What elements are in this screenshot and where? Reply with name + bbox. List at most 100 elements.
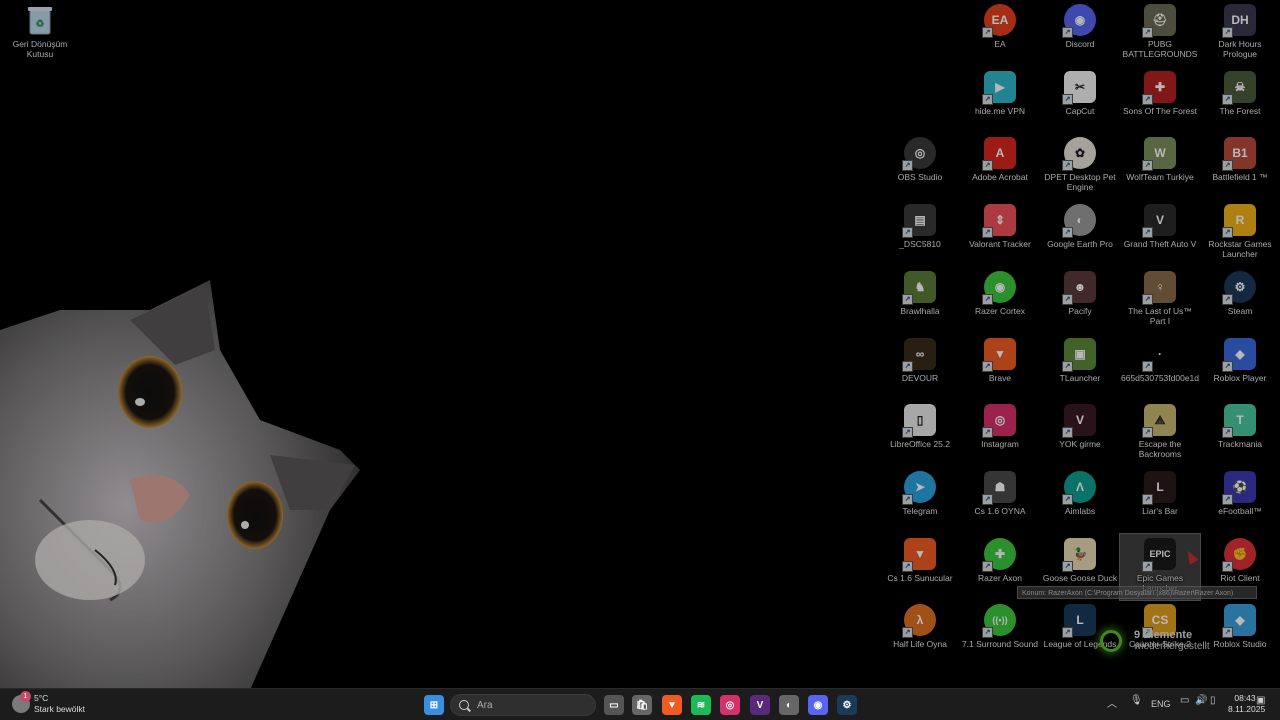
sons-of-the-forest-icon: ✚ ↗ [1142, 70, 1176, 105]
restore-notification: 9 Elemente wiederhergestellt [1100, 630, 1210, 652]
spotify-icon[interactable]: ≋ [691, 695, 711, 715]
dpet-icon: ✿ ↗ [1062, 137, 1096, 172]
shortcut-arrow-icon: ↗ [982, 627, 993, 639]
microsoft-store-icon[interactable]: 🛍 [632, 695, 652, 715]
shortcut-label: Valorant Tracker [969, 239, 1031, 250]
desktop-shortcut-the-forest[interactable]: ☠ ↗ The Forest [1200, 67, 1280, 133]
desktop-shortcut-aimlabs[interactable]: Λ ↗ Aimlabs [1040, 467, 1120, 533]
shortcut-label: WolfTeam Turkiye [1126, 172, 1194, 183]
shortcut-arrow-icon: ↗ [1142, 27, 1153, 38]
pacify-icon: ☻ ↗ [1062, 270, 1096, 305]
start-button[interactable]: ⊞ [424, 695, 444, 715]
desktop-shortcut-pacify[interactable]: ☻ ↗ Pacify [1040, 267, 1120, 333]
shortcut-label: TLauncher [1059, 372, 1101, 383]
desktop-shortcut-wolfteam[interactable]: W ↗ WolfTeam Turkiye [1120, 133, 1200, 199]
desktop-shortcut-steam[interactable]: ⚙ ↗ Steam [1200, 267, 1280, 333]
notification-text: wiederhergestellt [1134, 641, 1210, 652]
desktop-shortcut-film[interactable]: ▤ ↗ _DSC5810 [880, 200, 960, 266]
steam-taskbar-icon[interactable]: ⚙ [837, 695, 857, 715]
shortcut-label: Roblox Player [1213, 372, 1267, 383]
shortcut-label: Razer Axon [978, 572, 1022, 583]
desktop-shortcut-efootball[interactable]: ⚽ ↗ eFootball™ [1200, 467, 1280, 533]
shortcut-arrow-icon: ↗ [1062, 93, 1073, 105]
shortcut-label: Trackmania [1217, 439, 1263, 450]
desktop-shortcut-adobe-acrobat[interactable]: A ↗ Adobe Acrobat [960, 133, 1040, 199]
desktop-shortcut-instagram[interactable]: ◎ ↗ Instagram [960, 400, 1040, 466]
recycle-bin-shortcut[interactable]: ♻ Geri Dönüşüm Kutusu [0, 0, 80, 66]
desktop-shortcut-razer-cortex[interactable]: ◉ ↗ Razer Cortex [960, 267, 1040, 333]
discord-taskbar-icon[interactable]: ◉ [808, 695, 828, 715]
steam-icon: ⚙ ↗ [1222, 270, 1256, 305]
desktop-shortcut-cs[interactable]: ☗ ↗ Cs 1.6 OYNA [960, 467, 1040, 533]
shortcut-label: Dark Hours Prologue [1218, 39, 1262, 59]
gta-v-icon: V ↗ [1142, 204, 1176, 239]
shortcut-arrow-icon: ↗ [1062, 493, 1073, 505]
desktop-shortcut-file[interactable]: · ↗ 665d530753fd00e1d... [1120, 334, 1200, 400]
dpet-taskbar-icon[interactable]: ◐ [779, 695, 799, 715]
desktop-shortcut-google-earth[interactable]: ◐ ↗ Google Earth Pro [1040, 200, 1120, 266]
roblox-player-icon: ◆ ↗ [1222, 337, 1256, 372]
desktop-shortcut-obs-studio[interactable]: ◎ ↗ OBS Studio [880, 133, 960, 199]
search-box[interactable]: Ara [450, 694, 596, 716]
desktop-shortcut-rockstar[interactable]: R ↗ Rockstar Games Launcher [1200, 200, 1280, 266]
shortcut-arrow-icon: ↗ [1222, 160, 1233, 172]
desktop-shortcut-roblox-player[interactable]: ◆ ↗ Roblox Player [1200, 334, 1280, 400]
desktop-shortcut-dpet[interactable]: ✿ ↗ DPET Desktop Pet Engine [1040, 133, 1120, 199]
shortcut-arrow-icon: ↗ [1222, 427, 1233, 439]
weather-widget[interactable]: 1 5°C Stark bewölkt [12, 691, 85, 715]
desktop-shortcut-cs-server[interactable]: ▼ ↗ Cs 1.6 Sunucular [880, 534, 960, 600]
shortcut-label: Brave [988, 372, 1012, 383]
brave-taskbar-icon[interactable]: ▼ [662, 695, 682, 715]
shortcut-label: Cs 1.6 Sunucular [887, 572, 953, 583]
language-indicator[interactable]: ENG [1151, 699, 1171, 709]
desktop-shortcut-pubg[interactable]: ⛑ ↗ PUBG BATTLEGROUNDS [1120, 0, 1200, 66]
brave-icon: ▼ ↗ [982, 337, 1016, 372]
notification-count: 9 Elemente [1134, 629, 1193, 641]
shortcut-arrow-icon: ↗ [982, 27, 993, 38]
desktop-shortcut-discord[interactable]: ◉ ↗ Discord [1040, 0, 1120, 66]
desktop-shortcut-hideme-vpn[interactable]: ▶ ↗ hide.me VPN [960, 67, 1040, 133]
desktop-shortcut-dark-hours[interactable]: DH ↗ Dark Hours Prologue [1200, 0, 1280, 66]
shortcut-label: YOK girme [1059, 439, 1101, 450]
desktop-shortcut-half-life[interactable]: λ ↗ Half Life Oyna [880, 600, 960, 666]
task-view-icon[interactable]: ▭ [604, 695, 624, 715]
desktop: ♻ Geri Dönüşüm Kutusu EA ↗ EA ◉ ↗ Discord ⛑ ↗ PU… [0, 0, 1280, 688]
telegram-icon: ➤ ↗ [902, 470, 936, 505]
desktop-shortcut-brave[interactable]: ▼ ↗ Brave [960, 334, 1040, 400]
shortcut-label: PUBG BATTLEGROUNDS [1122, 39, 1198, 59]
desktop-shortcut-valorant-tracker[interactable]: ⇕ ↗ Valorant Tracker [960, 200, 1040, 266]
razer-cortex-icon: ◉ ↗ [982, 270, 1016, 305]
desktop-shortcut-valorant[interactable]: V ↗ YOK girme [1040, 400, 1120, 466]
desktop-shortcut-battlefield[interactable]: B1 ↗ Battlefield 1 ™ [1200, 133, 1280, 199]
shortcut-label: Telegram [902, 505, 938, 516]
taskbar: 1 5°C Stark bewölkt ⊞ Ara ▭ 🛍 ▼ ≋ ◎ V ◐ ◉ ⚙ ︿ 🎙 … [0, 688, 1280, 720]
desktop-shortcut-brawlhalla[interactable]: ♞ ↗ Brawlhalla [880, 267, 960, 333]
desktop-shortcut-trackmania[interactable]: T ↗ Trackmania [1200, 400, 1280, 466]
desktop-shortcut-libreoffice[interactable]: ▯ ↗ LibreOffice 25.2 [880, 400, 960, 466]
desktop-shortcut-surround-sound[interactable]: ((•)) ↗ 7.1 Surround Sound [960, 600, 1040, 666]
desktop-shortcut-tlauncher[interactable]: ▣ ↗ TLauncher [1040, 334, 1120, 400]
desktop-shortcut-telegram[interactable]: ➤ ↗ Telegram [880, 467, 960, 533]
desktop-shortcut-last-of-us[interactable]: ♀ ↗ The Last of Us™ Part I [1120, 267, 1200, 333]
battery-icon[interactable]: ▯ [1210, 695, 1216, 706]
desktop-shortcut-devour[interactable]: ∞ ↗ DEVOUR [880, 334, 960, 400]
volume-icon[interactable]: 🔊 [1195, 695, 1207, 706]
chevron-up-icon[interactable]: ︿ [1107, 695, 1117, 710]
cs-server-icon: ▼ ↗ [902, 537, 936, 572]
desktop-shortcut-capcut[interactable]: ✂ ↗ CapCut [1040, 67, 1120, 133]
desktop-shortcut-liars-bar[interactable]: L ↗ Liar's Bar [1120, 467, 1200, 533]
visual-studio-icon[interactable]: V [750, 695, 770, 715]
microphone-icon[interactable]: 🎙 [1130, 695, 1143, 706]
shortcut-label: Adobe Acrobat [972, 172, 1028, 183]
brawlhalla-icon: ♞ ↗ [902, 270, 936, 305]
desktop-shortcut-gta-v[interactable]: V ↗ Grand Theft Auto V [1120, 200, 1200, 266]
devour-icon: ∞ ↗ [902, 337, 936, 372]
instagram-icon: ◎ ↗ [982, 404, 1016, 439]
desktop-shortcut-ea[interactable]: EA ↗ EA [960, 0, 1040, 66]
network-icon[interactable]: ▭ [1180, 695, 1189, 706]
desktop-shortcut-roblox-studio[interactable]: ◆ ↗ Roblox Studio [1200, 600, 1280, 666]
desktop-shortcut-sons-of-the-forest[interactable]: ✚ ↗ Sons Of The Forest [1120, 67, 1200, 133]
desktop-shortcut-escape-backrooms[interactable]: ⟁ ↗ Escape the Backrooms [1120, 400, 1200, 466]
instagram-taskbar-icon[interactable]: ◎ [720, 695, 740, 715]
notification-icon[interactable]: ▣ [1256, 695, 1265, 706]
